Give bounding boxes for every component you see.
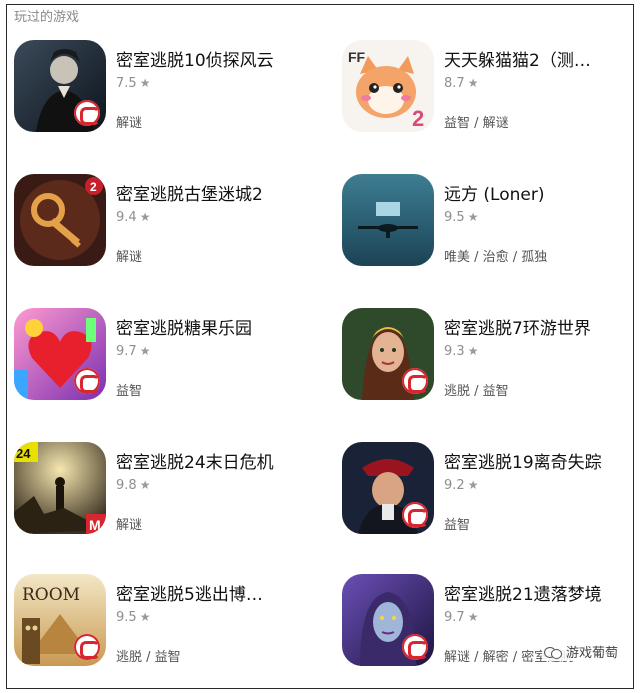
publisher-badge-icon (402, 634, 428, 660)
game-icon-loner-plane[interactable] (342, 174, 434, 266)
game-icon-candy[interactable] (14, 308, 106, 400)
svg-text:FF: FF (348, 49, 366, 65)
game-icon-doomsday[interactable]: 24 M (14, 442, 106, 534)
game-rating: 9.7 ★ (444, 610, 479, 625)
svg-text:ROOM: ROOM (22, 585, 80, 605)
game-tags: 唯美 / 治愈 / 孤独 (444, 250, 548, 265)
star-icon: ★ (467, 210, 479, 224)
game-icon-lost-dream[interactable] (342, 574, 434, 666)
star-icon: ★ (467, 610, 479, 624)
publisher-badge-icon (74, 368, 100, 394)
game-card[interactable]: 密室逃脱7环游世界 9.3 ★ 逃脱 / 益智 (342, 308, 640, 408)
game-icon-museum-room[interactable]: ROOM (14, 574, 106, 666)
game-card[interactable]: 2 密室逃脱古堡迷城2 9.4 ★ 解谜 (14, 174, 314, 274)
game-icon-cat[interactable]: 2 FF (342, 40, 434, 132)
publisher-badge-icon (74, 100, 100, 126)
game-tags: 解谜 (116, 116, 143, 131)
game-icon-missing[interactable] (342, 442, 434, 534)
publisher-badge-icon (74, 634, 100, 660)
game-rating: 9.5 ★ (444, 210, 479, 225)
game-tags: 益智 (444, 518, 471, 533)
svg-text:M: M (89, 517, 101, 533)
game-title[interactable]: 密室逃脱古堡迷城2 (116, 180, 263, 205)
game-tags: 益智 (116, 384, 143, 399)
wechat-icon (543, 645, 562, 659)
game-title[interactable]: 密室逃脱19离奇失踪 (444, 448, 602, 473)
publisher-badge-icon (402, 502, 428, 528)
svg-text:2: 2 (412, 106, 424, 131)
star-icon: ★ (139, 210, 151, 224)
game-rating: 9.5 ★ (116, 610, 151, 625)
svg-text:2: 2 (90, 180, 97, 194)
game-tags: 益智 / 解谜 (444, 116, 509, 131)
game-title[interactable]: 密室逃脱5逃出博… (116, 580, 263, 605)
publisher-badge-icon (402, 368, 428, 394)
game-card[interactable]: 24 M 密室逃脱24末日危机 9.8 ★ 解谜 (14, 442, 314, 542)
watermark-text: 游戏葡萄 (565, 646, 618, 661)
game-icon-detective[interactable] (14, 40, 106, 132)
game-tags: 解谜 (116, 518, 143, 533)
game-title[interactable]: 密室逃脱7环游世界 (444, 314, 591, 339)
game-rating: 9.2 ★ (444, 478, 479, 493)
star-icon: ★ (139, 610, 151, 624)
game-title[interactable]: 密室逃脱24末日危机 (116, 448, 274, 473)
star-icon: ★ (467, 478, 479, 492)
game-icon-elf-world[interactable] (342, 308, 434, 400)
game-tags: 解谜 (116, 250, 143, 265)
game-card[interactable]: 密室逃脱糖果乐园 9.7 ★ 益智 (14, 308, 314, 408)
star-icon: ★ (139, 76, 151, 90)
game-card[interactable]: ROOM 密室逃脱5逃出博… 9.5 ★ 逃脱 / 益智 (14, 574, 314, 674)
game-card[interactable]: 密室逃脱19离奇失踪 9.2 ★ 益智 (342, 442, 640, 542)
game-card[interactable]: 远方 (Loner) 9.5 ★ 唯美 / 治愈 / 孤独 (342, 174, 640, 274)
watermark: 游戏葡萄 (541, 642, 620, 661)
game-icon-castle-key[interactable]: 2 (14, 174, 106, 266)
star-icon: ★ (467, 344, 479, 358)
svg-text:24: 24 (16, 446, 31, 461)
game-card[interactable]: 密室逃脱10侦探风云 7.5 ★ 解谜 (14, 40, 314, 140)
game-title[interactable]: 密室逃脱糖果乐园 (116, 314, 252, 339)
star-icon: ★ (139, 478, 151, 492)
game-rating: 9.3 ★ (444, 344, 479, 359)
game-title[interactable]: 天天躲猫猫2（测… (444, 46, 591, 71)
game-tags: 逃脱 / 益智 (444, 384, 509, 399)
game-rating: 9.7 ★ (116, 344, 151, 359)
game-title[interactable]: 远方 (Loner) (444, 180, 544, 205)
star-icon: ★ (139, 344, 151, 358)
game-rating: 9.4 ★ (116, 210, 151, 225)
game-card[interactable]: 2 FF 天天躲猫猫2（测… 8.7 ★ 益智 / 解谜 (342, 40, 640, 140)
game-rating: 9.8 ★ (116, 478, 151, 493)
game-title[interactable]: 密室逃脱10侦探风云 (116, 46, 274, 71)
star-icon: ★ (467, 76, 479, 90)
game-rating: 8.7 ★ (444, 76, 479, 91)
section-title: 玩过的游戏 (14, 10, 80, 25)
game-title[interactable]: 密室逃脱21遗落梦境 (444, 580, 602, 605)
game-rating: 7.5 ★ (116, 76, 151, 91)
game-tags: 逃脱 / 益智 (116, 650, 181, 665)
